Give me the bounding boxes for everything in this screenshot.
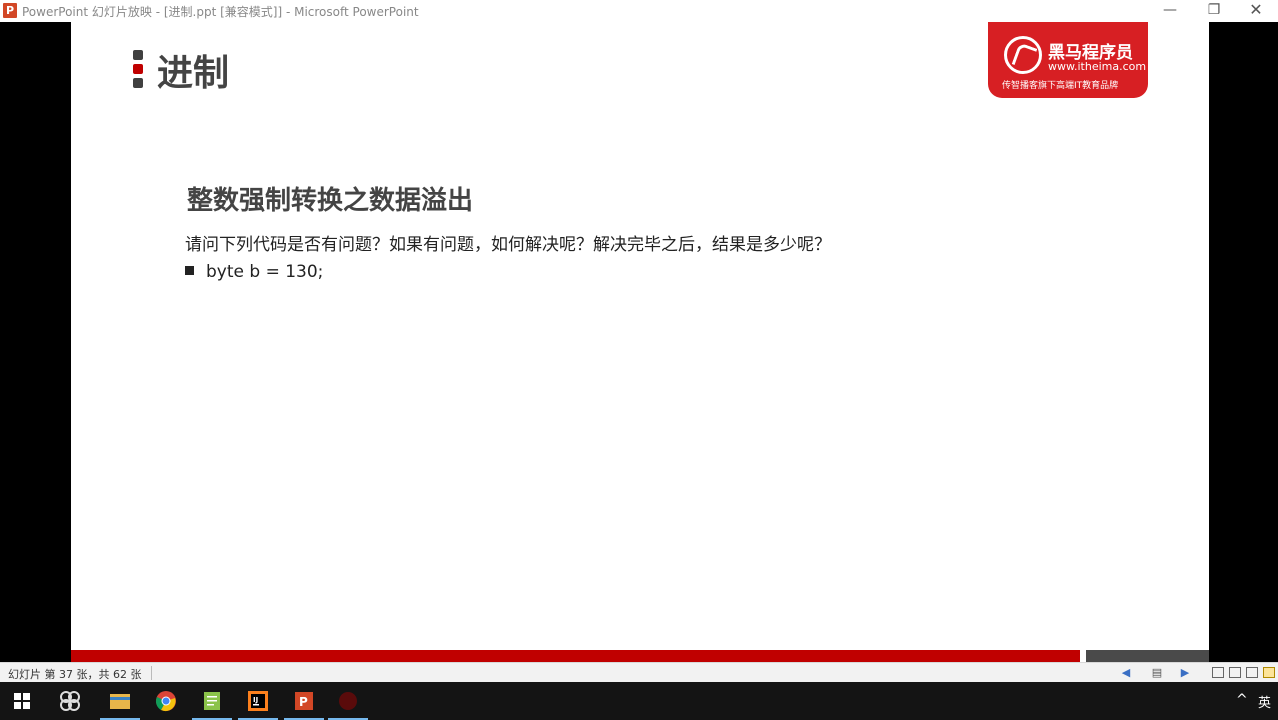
tray-overflow-icon[interactable]: ^: [1236, 692, 1248, 708]
slide-counter: 幻灯片 第 37 张，共 62 张: [8, 668, 142, 681]
horse-logo-icon: [1004, 36, 1042, 74]
taskbar-recorder[interactable]: [326, 682, 370, 720]
marker-block: [133, 50, 143, 60]
minimize-button[interactable]: —: [1148, 0, 1192, 22]
svg-text:IJ: IJ: [253, 696, 258, 704]
slideshow-area[interactable]: 进制 黑马程序员 www.itheima.com 传智播客旗下高端IT教育品牌 …: [0, 22, 1278, 662]
svg-text:P: P: [299, 695, 308, 709]
taskbar-file-explorer[interactable]: [98, 682, 142, 720]
ime-indicator[interactable]: 英: [1258, 692, 1271, 711]
logo-url: www.itheima.com: [1048, 60, 1147, 73]
slide[interactable]: 进制 黑马程序员 www.itheima.com 传智播客旗下高端IT教育品牌 …: [71, 22, 1209, 662]
logo-slogan: 传智播客旗下高端IT教育品牌: [1002, 81, 1119, 91]
footer-red-bar: [71, 650, 1080, 662]
notepad-icon: [204, 692, 220, 710]
title-marker-icon: [133, 50, 143, 88]
intellij-idea-icon: IJ: [248, 691, 268, 711]
powerpoint-icon: P: [295, 692, 313, 710]
code-text: byte b = 130;: [206, 262, 324, 282]
footer-gray-bar: [1086, 650, 1209, 662]
marker-block: [133, 78, 143, 88]
normal-view-icon[interactable]: [1212, 667, 1224, 678]
powerpoint-app-icon[interactable]: P: [3, 3, 17, 18]
status-divider: [151, 666, 152, 680]
code-bullet: byte b = 130;: [185, 262, 323, 282]
slideshow-view-icon[interactable]: [1263, 667, 1275, 678]
status-bar: 幻灯片 第 37 张，共 62 张 ◀ ▤ ▶: [0, 662, 1278, 682]
square-bullet-icon: [185, 266, 194, 275]
taskbar-powerpoint[interactable]: P: [282, 682, 326, 720]
folder-icon: [110, 694, 130, 709]
marker-block: [133, 64, 143, 74]
start-button[interactable]: [0, 682, 44, 720]
next-slide-icon[interactable]: ▶: [1178, 666, 1192, 680]
restore-button[interactable]: ❐: [1192, 0, 1236, 22]
question-text: 请问下列代码是否有问题？如果有问题，如何解决呢？解决完毕之后，结果是多少呢？: [185, 235, 831, 255]
previous-slide-icon[interactable]: ◀: [1119, 666, 1133, 680]
reading-view-icon[interactable]: [1246, 667, 1258, 678]
slide-subheading: 整数强制转换之数据溢出: [187, 186, 474, 216]
title-bar: P PowerPoint 幻灯片放映 - [进制.ppt [兼容模式]] - M…: [0, 0, 1278, 22]
slide-sorter-view-icon[interactable]: [1229, 667, 1241, 678]
slide-title: 进制: [157, 53, 230, 94]
task-view-icon: [60, 691, 80, 711]
taskbar-notepad[interactable]: [190, 682, 234, 720]
task-view-button[interactable]: [48, 682, 92, 720]
record-icon: [339, 692, 357, 710]
close-button[interactable]: ✕: [1234, 0, 1278, 22]
taskbar: IJ P ^ 英: [0, 682, 1278, 720]
chrome-icon: [156, 691, 176, 712]
windows-logo-icon: [14, 693, 30, 709]
taskbar-intellij[interactable]: IJ: [236, 682, 280, 720]
taskbar-chrome[interactable]: [144, 682, 188, 720]
brand-logo: 黑马程序员 www.itheima.com 传智播客旗下高端IT教育品牌: [988, 22, 1148, 98]
window-title: PowerPoint 幻灯片放映 - [进制.ppt [兼容模式]] - Mic…: [22, 5, 419, 19]
slide-menu-icon[interactable]: ▤: [1150, 666, 1164, 680]
